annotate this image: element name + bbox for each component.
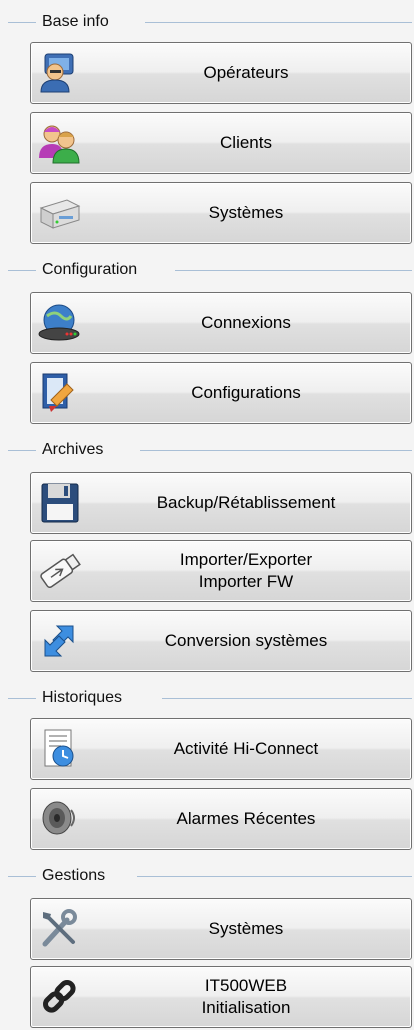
button-label: Alarmes Récentes bbox=[176, 809, 316, 828]
connection-globe-icon bbox=[37, 302, 83, 344]
group-title: Archives bbox=[42, 440, 110, 460]
activite-hi-connect-button[interactable]: Activité Hi-Connect bbox=[30, 718, 412, 780]
button-label: Connexions bbox=[201, 313, 291, 332]
alarmes-recentes-button[interactable]: Alarmes Récentes bbox=[30, 788, 412, 850]
divider-line bbox=[162, 698, 412, 699]
it500web-init-button[interactable]: IT500WEB Initialisation bbox=[30, 966, 412, 1028]
group-title: Gestions bbox=[42, 866, 112, 886]
divider-line bbox=[8, 698, 36, 699]
divider-line bbox=[175, 270, 412, 271]
button-label: Backup/Rétablissement bbox=[156, 493, 336, 512]
divider-line bbox=[8, 876, 36, 877]
floppy-disk-icon bbox=[37, 482, 83, 524]
activity-log-icon bbox=[37, 728, 83, 770]
group-header-configuration: Configuration bbox=[0, 260, 414, 280]
group-header-gestions: Gestions bbox=[0, 866, 414, 886]
gestions-systemes-button[interactable]: Systèmes bbox=[30, 898, 412, 960]
systemes-button[interactable]: Systèmes bbox=[30, 182, 412, 244]
divider-line bbox=[140, 450, 412, 451]
configurations-button[interactable]: Configurations bbox=[30, 362, 412, 424]
button-label: Systèmes bbox=[208, 203, 284, 222]
group-title: Base info bbox=[42, 12, 115, 32]
button-label: IT500WEB bbox=[204, 976, 288, 995]
import-export-button[interactable]: Importer/Exporter Importer FW bbox=[30, 540, 412, 602]
group-title: Historiques bbox=[42, 688, 129, 708]
divider-line bbox=[137, 876, 412, 877]
group-title: Configuration bbox=[42, 260, 144, 280]
button-label: Configurations bbox=[191, 383, 301, 402]
operateurs-button[interactable]: Opérateurs bbox=[30, 42, 412, 104]
speaker-alarm-icon bbox=[37, 798, 83, 840]
group-header-archives: Archives bbox=[0, 440, 414, 460]
clients-icon bbox=[37, 122, 83, 164]
usb-drive-icon bbox=[37, 550, 83, 592]
button-label: Clients bbox=[220, 133, 272, 152]
clients-button[interactable]: Clients bbox=[30, 112, 412, 174]
divider-line bbox=[145, 22, 412, 23]
tools-icon bbox=[37, 908, 83, 950]
button-label-secondary: Initialisation bbox=[201, 998, 291, 1017]
system-device-icon bbox=[37, 192, 83, 234]
button-label: Importer/Exporter bbox=[179, 550, 313, 569]
conversion-systemes-button[interactable]: Conversion systèmes bbox=[30, 610, 412, 672]
divider-line bbox=[8, 450, 36, 451]
group-header-historiques: Historiques bbox=[0, 688, 414, 708]
button-label: Conversion systèmes bbox=[164, 631, 328, 650]
group-header-base-info: Base info bbox=[0, 12, 414, 32]
operator-icon bbox=[37, 52, 83, 94]
button-label-secondary: Importer FW bbox=[198, 572, 294, 591]
button-label: Systèmes bbox=[208, 919, 284, 938]
conversion-arrows-icon bbox=[37, 620, 83, 662]
divider-line bbox=[8, 270, 36, 271]
chain-link-icon bbox=[37, 976, 83, 1018]
connexions-button[interactable]: Connexions bbox=[30, 292, 412, 354]
button-label: Opérateurs bbox=[203, 63, 289, 82]
divider-line bbox=[8, 22, 36, 23]
configuration-icon bbox=[37, 372, 83, 414]
button-label: Activité Hi-Connect bbox=[173, 739, 319, 758]
backup-restore-button[interactable]: Backup/Rétablissement bbox=[30, 472, 412, 534]
